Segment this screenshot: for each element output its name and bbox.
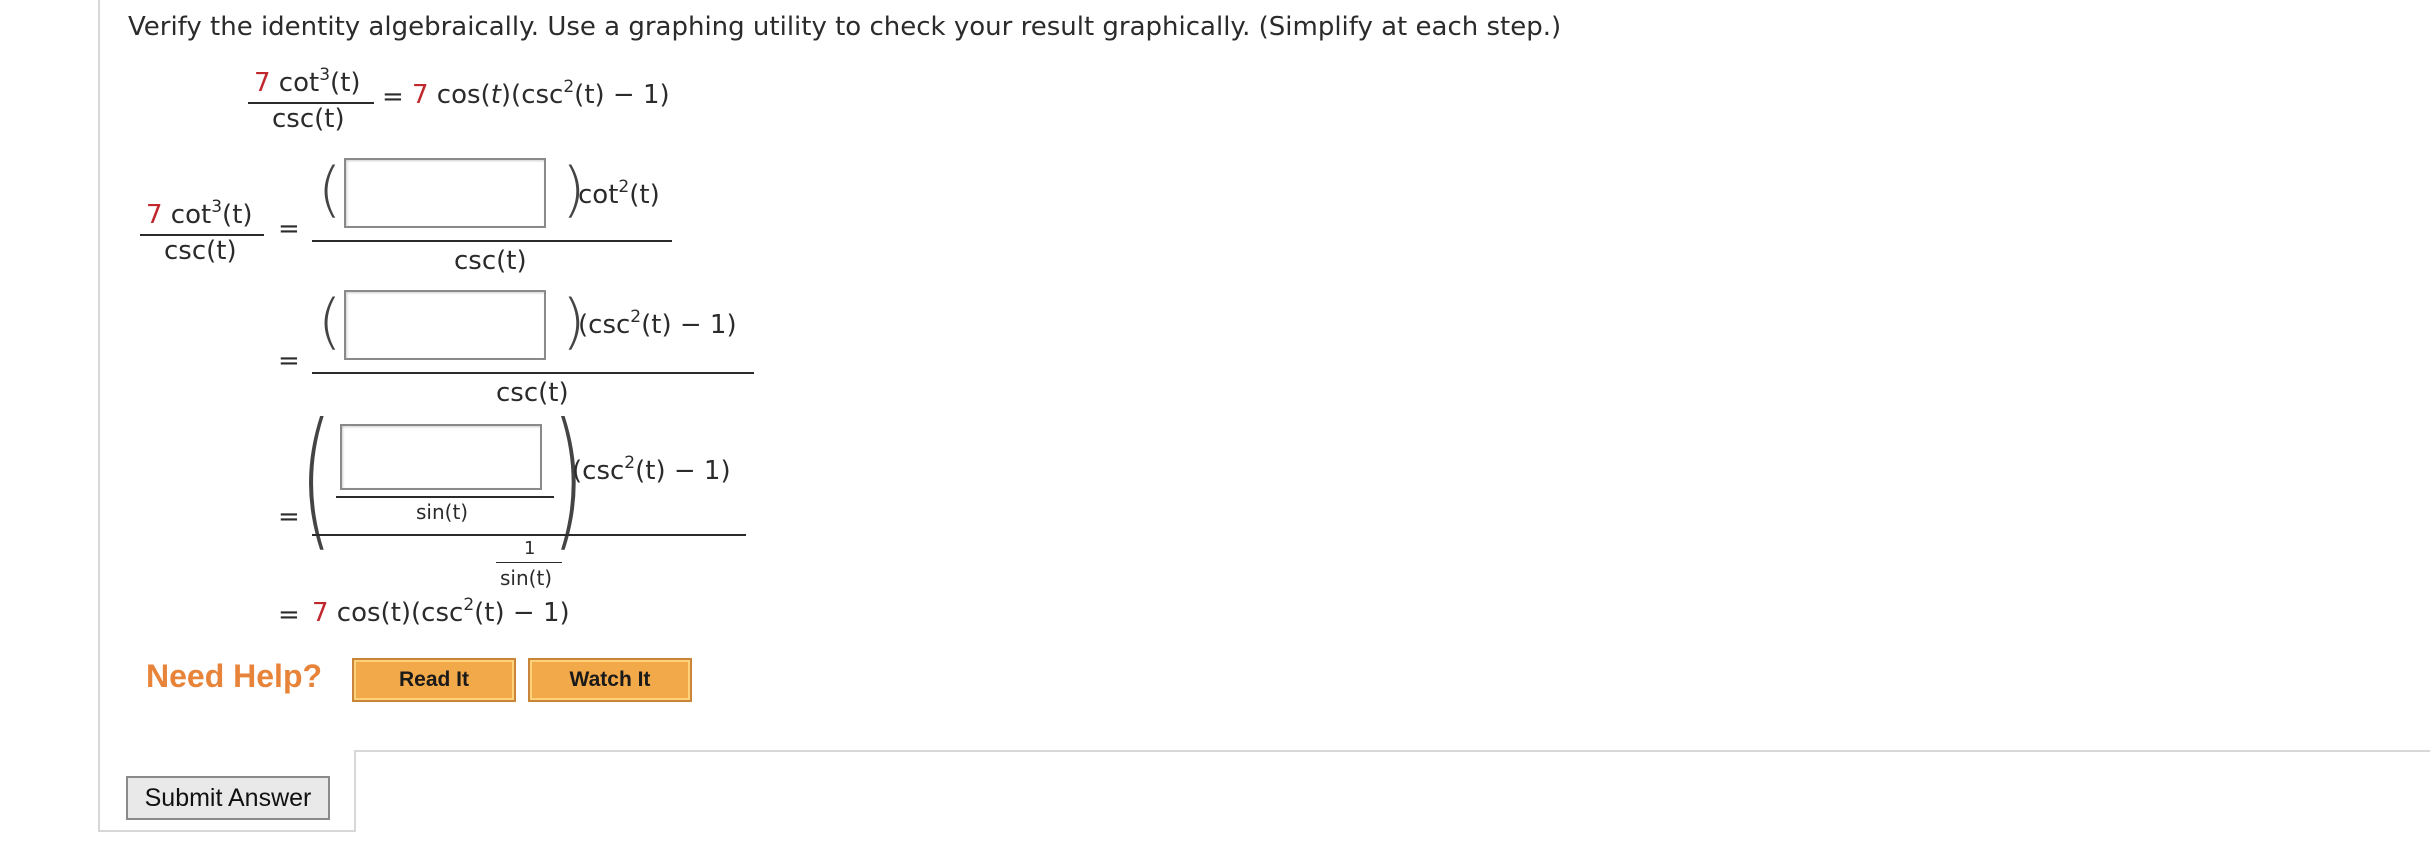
step3-factor: (csc2(t) − 1) [572, 453, 731, 486]
step2-open-paren: ( [318, 287, 342, 357]
step1-factor-exp: 2 [618, 177, 630, 197]
identity-equals: = [382, 82, 404, 112]
rhs-exp: 2 [563, 77, 575, 97]
step1-fraction-bar [312, 240, 672, 242]
rhs-coefficient: 7 [412, 80, 429, 110]
final-part-b: (t) − 1) [474, 598, 570, 628]
step2-equals: = [278, 346, 300, 376]
step1-factor-fn: cot [578, 180, 619, 210]
step1-factor-arg: (t) [629, 180, 660, 210]
step-lhs-fn: cot [162, 200, 212, 230]
final-exp: 2 [463, 595, 475, 615]
rhs-var: t [490, 80, 501, 110]
final-coefficient: 7 [312, 598, 329, 628]
lhs-arg: (t) [330, 68, 361, 98]
step2-fraction-bar [312, 372, 754, 374]
step3-outer-bar [496, 562, 562, 563]
final-result: 7 cos(t)(csc2(t) − 1) [312, 595, 570, 628]
step-lhs-denominator: csc(t) [164, 236, 237, 266]
step3-inner-denominator: sin(t) [416, 500, 469, 524]
lhs-coefficient: 7 [254, 68, 271, 98]
submit-answer-button[interactable]: Submit Answer [126, 776, 330, 820]
final-equals: = [278, 600, 300, 630]
panel-border-bottom [98, 830, 356, 832]
step3-outer-numerator: 1 [524, 538, 536, 559]
identity-lhs-denominator: csc(t) [272, 104, 345, 134]
step-lhs-coefficient: 7 [146, 200, 163, 230]
step3-factor-exp: 2 [624, 453, 636, 473]
step-lhs-exp: 3 [211, 197, 223, 217]
panel-border-left [98, 0, 100, 832]
step3-equals: = [278, 502, 300, 532]
rhs-part-b: )(csc [500, 80, 564, 110]
step2-factor: (csc2(t) − 1) [578, 307, 737, 340]
step2-factor-fn: (csc [578, 310, 631, 340]
watch-it-button[interactable]: Watch It [528, 658, 692, 702]
step3-factor-fn: (csc [572, 456, 625, 486]
need-help-label: Need Help? [146, 658, 323, 694]
step3-factor-rest: (t) − 1) [635, 456, 731, 486]
step3-outer-denominator: sin(t) [500, 566, 553, 590]
lhs-exp: 3 [319, 65, 331, 85]
panel-border-divider [354, 750, 356, 832]
rhs-part-a: cos( [428, 80, 491, 110]
identity-lhs-numerator: 7 cot3(t) [254, 65, 361, 98]
step-lhs-numerator: 7 cot3(t) [146, 197, 253, 230]
read-it-button[interactable]: Read It [352, 658, 516, 702]
step3-answer-input[interactable] [340, 424, 542, 490]
step3-fraction-bar [312, 534, 746, 536]
step2-factor-exp: 2 [630, 307, 642, 327]
identity-rhs: 7 cos(t)(csc2(t) − 1) [412, 77, 670, 110]
step1-equals: = [278, 214, 300, 244]
step1-factor: cot2(t) [578, 177, 660, 210]
rhs-part-c: (t) − 1) [574, 80, 670, 110]
lhs-fn: cot [270, 68, 320, 98]
step3-inner-fraction-bar [336, 496, 554, 498]
step3-open-paren: ( [300, 392, 333, 566]
step2-answer-input[interactable] [344, 290, 546, 360]
panel-border-top [356, 750, 2430, 752]
step1-denominator: csc(t) [454, 246, 527, 276]
step1-answer-input[interactable] [344, 158, 546, 228]
step2-factor-rest: (t) − 1) [641, 310, 737, 340]
step-lhs-arg: (t) [222, 200, 253, 230]
final-part-a: cos(t)(csc [328, 598, 464, 628]
question-instruction: Verify the identity algebraically. Use a… [128, 12, 1562, 42]
step1-open-paren: ( [318, 155, 342, 225]
